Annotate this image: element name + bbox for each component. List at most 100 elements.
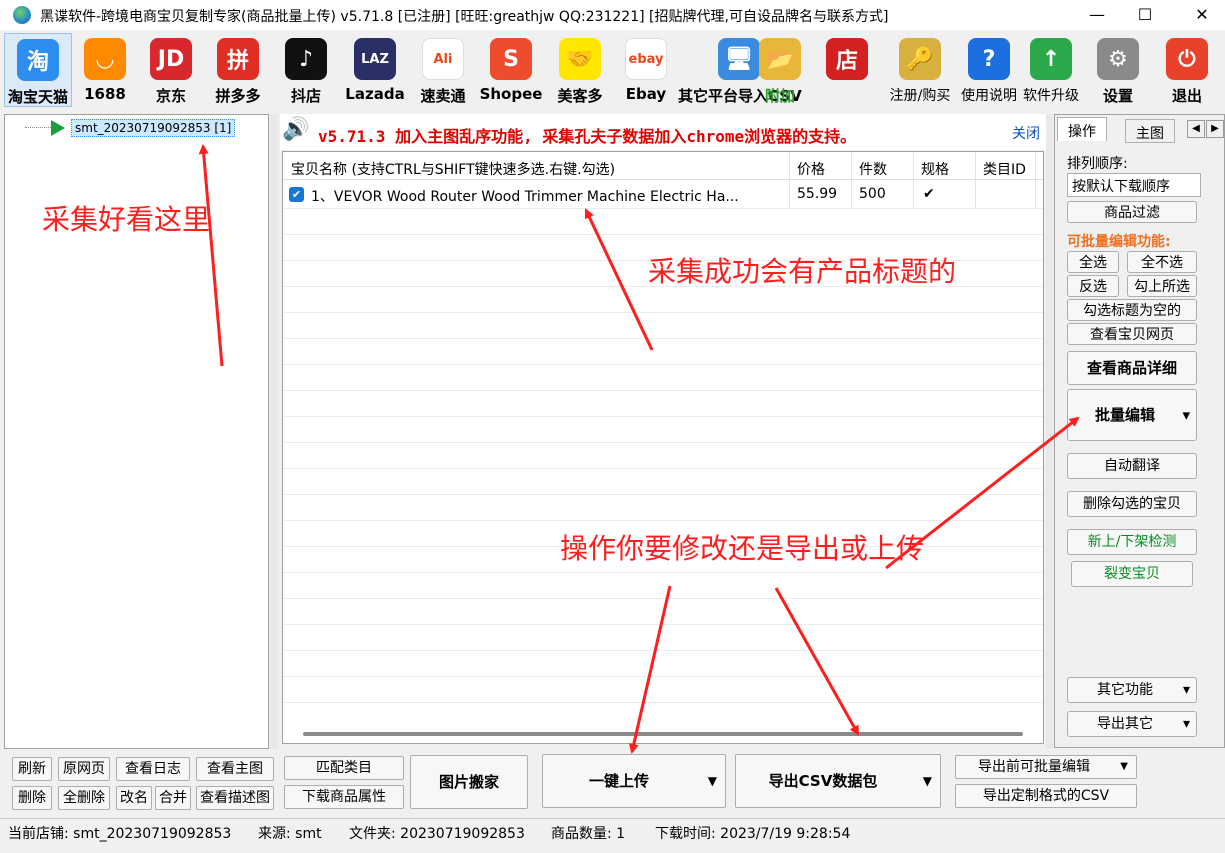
annotation-left: 采集好看这里: [42, 203, 211, 236]
douyin-icon: ♪: [285, 38, 327, 80]
sort-label: 排列顺序:: [1067, 156, 1128, 172]
product-spec: ✔: [923, 186, 935, 202]
status-folder: 文件夹: 20230719092853: [349, 826, 525, 842]
toolbar-button-douyin[interactable]: ♪ 抖店: [273, 33, 339, 107]
check-empty-title-button[interactable]: 勾选标题为空的: [1067, 299, 1197, 321]
invert-selection-button[interactable]: 反选: [1067, 275, 1119, 297]
tab-scroll-right-icon[interactable]: ▶: [1206, 120, 1224, 138]
column-header-qty[interactable]: 件数: [859, 159, 887, 179]
toolbar-button-ebay[interactable]: ebay Ebay: [616, 33, 676, 107]
toolbar-button-help[interactable]: ? 使用说明: [960, 33, 1018, 107]
maximize-button[interactable]: ☐: [1122, 0, 1168, 30]
keys-icon: 🔑: [899, 38, 941, 80]
shop-icon: 店: [826, 38, 868, 80]
check-selected-button[interactable]: 勾上所选: [1127, 275, 1197, 297]
toolbar-button-upgrade[interactable]: ↑ 软件升级: [1015, 33, 1087, 107]
view-product-page-button[interactable]: 查看宝贝网页: [1067, 323, 1197, 345]
toolbar-button-1688[interactable]: ◡ 1688: [74, 33, 136, 107]
bottom-action-bar: 刷新 原网页 查看日志 查看主图 删除 全删除 改名 合并 查看描述图 匹配类目…: [0, 750, 1225, 818]
rename-button[interactable]: 改名: [116, 786, 152, 810]
one-click-upload-button[interactable]: 一键上传 ▼: [542, 754, 726, 808]
sort-select[interactable]: 按默认下载顺序: [1067, 173, 1201, 197]
right-splitter[interactable]: [1046, 114, 1053, 749]
close-button[interactable]: ✕: [1179, 0, 1225, 30]
clone-product-button[interactable]: 裂变宝贝: [1071, 561, 1193, 587]
toolbar-button-gear[interactable]: ⚙ 设置: [1090, 33, 1146, 107]
toolbar-button-folder-plus[interactable]: 📂 附加: [755, 33, 805, 107]
toolbar-label: 使用说明: [961, 88, 1017, 104]
listing-check-button[interactable]: 新上/下架检测: [1067, 529, 1197, 555]
batch-edit-button[interactable]: 批量编辑: [1067, 389, 1197, 441]
delete-button[interactable]: 删除: [12, 786, 52, 810]
tab-operations[interactable]: 操作: [1057, 117, 1107, 141]
horizontal-scrollbar[interactable]: [303, 732, 1023, 736]
select-all-button[interactable]: 全选: [1067, 251, 1119, 273]
delete-all-button[interactable]: 全删除: [58, 786, 110, 810]
toolbar-label: 速卖通: [420, 87, 466, 105]
product-filter-button[interactable]: 商品过滤: [1067, 201, 1197, 223]
toolbar-label: 抖店: [290, 87, 321, 105]
export-csv-button[interactable]: 导出CSV数据包 ▼: [735, 754, 941, 808]
export-other-button[interactable]: 导出其它: [1067, 711, 1197, 737]
folder-plus-icon: 📂: [759, 38, 801, 80]
row-divider: [283, 676, 1043, 677]
view-product-detail-button[interactable]: 查看商品详细: [1067, 351, 1197, 385]
toolbar-button-jd[interactable]: JD 京东: [139, 33, 203, 107]
product-price: 55.99: [797, 186, 838, 202]
product-grid[interactable]: 宝贝名称 (支持CTRL与SHIFT键快速多选.右键.勾选) 价格 件数 规格 …: [282, 151, 1044, 744]
toolbar-label: 附加: [764, 87, 795, 105]
tree-connector: [25, 127, 51, 128]
move-images-button[interactable]: 图片搬家: [410, 755, 528, 809]
view-main-image-button[interactable]: 查看主图: [196, 757, 274, 781]
auto-translate-button[interactable]: 自动翻译: [1067, 453, 1197, 479]
toolbar-button-aliexpress[interactable]: Ali 速卖通: [410, 33, 476, 107]
toolbar-button-lazada[interactable]: LAZ Lazada: [342, 33, 408, 107]
chevron-down-icon: ▼: [922, 774, 932, 788]
tab-scroll-left-icon[interactable]: ◀: [1187, 120, 1205, 138]
delete-checked-button[interactable]: 删除勾选的宝贝: [1067, 491, 1197, 517]
refresh-button[interactable]: 刷新: [12, 757, 52, 781]
toolbar-button-power[interactable]: ⏻ 退出: [1160, 33, 1214, 107]
other-functions-button[interactable]: 其它功能: [1067, 677, 1197, 703]
toolbar-button-keys[interactable]: 🔑 注册/购买: [878, 33, 962, 107]
toolbar-button-shopee[interactable]: S Shopee: [478, 33, 544, 107]
column-header-name[interactable]: 宝贝名称 (支持CTRL与SHIFT键快速多选.右键.勾选): [291, 159, 615, 179]
1688-icon: ◡: [84, 38, 126, 80]
column-header-price[interactable]: 价格: [797, 159, 825, 179]
export-custom-csv-button[interactable]: 导出定制格式的CSV: [955, 784, 1137, 808]
column-header-category[interactable]: 类目ID: [983, 159, 1026, 179]
toolbar-label: 1688: [84, 85, 126, 103]
toolbar-label: 拼多多: [215, 87, 261, 105]
mercadolibre-icon: 🤝: [559, 38, 601, 80]
toolbar-button-taobao[interactable]: 淘淘宝天猫: [4, 33, 72, 107]
export-batch-edit-button[interactable]: 导出前可批量编辑 ▼: [955, 755, 1137, 779]
row-divider: [283, 624, 1043, 625]
view-log-button[interactable]: 查看日志: [116, 757, 190, 781]
toolbar-button-shop[interactable]: 店店: [822, 33, 872, 107]
original-page-button[interactable]: 原网页: [58, 757, 110, 781]
toolbar-label: 淘宝天猫: [7, 88, 68, 106]
row-checkbox[interactable]: ✔: [289, 187, 304, 202]
row-divider: [283, 468, 1043, 469]
toolbar-label: 设置: [1102, 87, 1133, 105]
select-none-button[interactable]: 全不选: [1127, 251, 1197, 273]
row-divider: [283, 208, 1043, 209]
row-divider: [283, 520, 1043, 521]
tree-node-store[interactable]: smt_20230719092853 [1]: [71, 119, 236, 137]
view-desc-image-button[interactable]: 查看描述图: [196, 786, 274, 810]
table-row[interactable]: ✔ 1、VEVOR Wood Router Wood Trimmer Machi…: [283, 182, 1043, 208]
column-header-spec[interactable]: 规格: [921, 159, 949, 179]
tab-main-image[interactable]: 主图: [1125, 119, 1175, 143]
notice-close-link[interactable]: 关闭: [1012, 123, 1040, 143]
product-title: 1、VEVOR Wood Router Wood Trimmer Machine…: [311, 189, 739, 205]
row-divider: [283, 338, 1043, 339]
toolbar-button-pinduoduo[interactable]: 拼拼多多: [205, 33, 271, 107]
left-splitter[interactable]: [270, 114, 278, 749]
download-attributes-button[interactable]: 下载商品属性: [284, 785, 404, 809]
match-category-button[interactable]: 匹配类目: [284, 756, 404, 780]
upgrade-icon: ↑: [1030, 38, 1072, 80]
toolbar-button-mercadolibre[interactable]: 🤝 美客多: [547, 33, 613, 107]
minimize-button[interactable]: —: [1074, 0, 1120, 30]
merge-button[interactable]: 合并: [155, 786, 191, 810]
taobao-icon: 淘: [17, 39, 59, 81]
